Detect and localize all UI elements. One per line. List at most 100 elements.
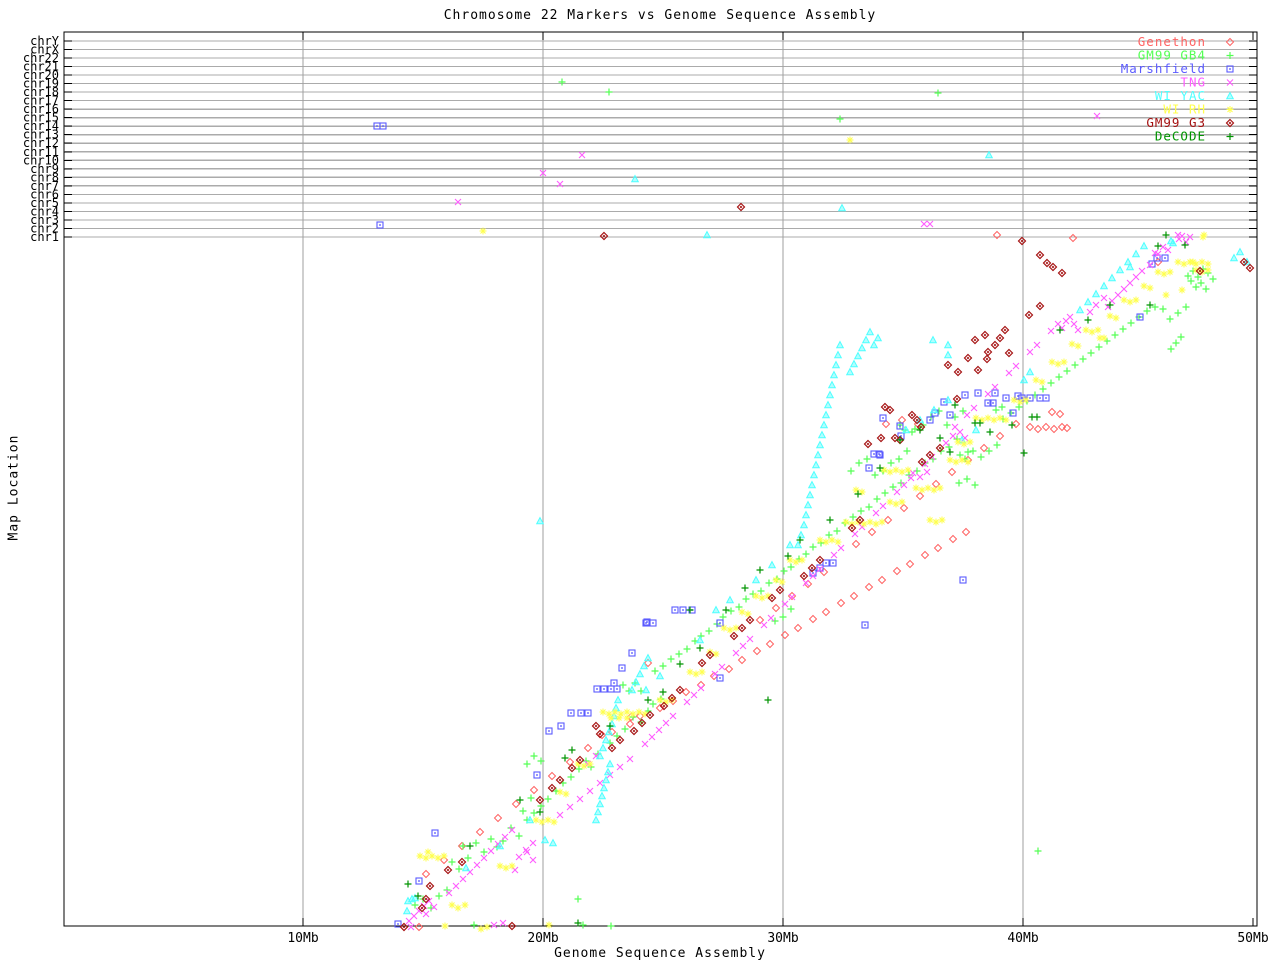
data-point-wiyac — [810, 471, 818, 479]
data-point-wiyac — [826, 391, 834, 399]
data-point-gb4 — [604, 87, 614, 97]
data-point-wiyac — [549, 839, 557, 847]
data-point-decode — [945, 447, 955, 457]
data-point-wirh — [440, 852, 448, 860]
data-point-wiyac — [850, 360, 858, 368]
data-point-wiyac — [594, 808, 602, 816]
data-point-marshfield — [533, 771, 541, 779]
data-point-gb4 — [1118, 324, 1128, 334]
data-point-wirh — [904, 466, 912, 474]
data-point-marshfield — [861, 621, 869, 629]
data-point-gb4 — [954, 478, 964, 488]
data-point-wirh — [1074, 342, 1082, 350]
data-point-wirh — [1010, 396, 1018, 404]
x-tick-label: 30Mb — [767, 931, 798, 946]
data-point-tng — [1070, 320, 1078, 328]
data-point-g3 — [799, 571, 809, 581]
data-point-gb4 — [854, 458, 864, 468]
data-point-tng — [454, 198, 462, 206]
data-point-gb4 — [862, 454, 872, 464]
data-point-genethon — [962, 528, 970, 536]
data-point-wirh — [599, 708, 607, 716]
data-point-gb4 — [808, 542, 818, 552]
data-point-gb4 — [1158, 304, 1168, 314]
data-point-wiyac — [1020, 376, 1028, 384]
data-point-gb4 — [1181, 302, 1191, 312]
data-point-g3 — [535, 795, 545, 805]
data-point-wirh — [726, 626, 734, 634]
data-point-gb4 — [848, 512, 858, 522]
data-point-g3 — [863, 439, 873, 449]
data-point-gb4 — [894, 454, 904, 464]
data-point-wiyac — [929, 336, 937, 344]
data-point-wirh — [930, 486, 938, 494]
data-point-wirh — [720, 624, 728, 632]
data-point-marshfield — [567, 709, 575, 717]
data-point-gb4 — [1201, 284, 1211, 294]
data-point-decode — [1032, 412, 1042, 422]
data-point-wiyac — [1092, 290, 1100, 298]
data-point-wirh — [1068, 340, 1076, 348]
data-point-wiyac — [636, 670, 644, 678]
data-point-tng — [1005, 369, 1013, 377]
data-point-genethon — [837, 599, 845, 607]
data-point-tng — [1026, 348, 1034, 356]
data-point-genethon — [626, 720, 634, 728]
data-point-wirh — [454, 904, 462, 912]
data-point-wirh — [623, 708, 631, 716]
data-point-genethon — [530, 786, 538, 794]
data-point-wirh — [686, 668, 694, 676]
data-point-gb4 — [786, 562, 796, 572]
data-point-marshfield — [577, 709, 585, 717]
data-point-wirh — [1204, 266, 1212, 274]
data-point-wirh — [461, 901, 469, 909]
data-point-wirh — [1180, 260, 1188, 268]
data-point-g3 — [1000, 325, 1010, 335]
data-point-tng — [1126, 279, 1134, 287]
data-point-tng — [991, 383, 999, 391]
data-point-gb4 — [557, 77, 567, 87]
data-point-wirh — [878, 518, 886, 526]
data-point-decode — [403, 879, 413, 889]
data-point-g3 — [697, 658, 707, 668]
data-point-tng — [556, 811, 564, 819]
data-point-wirh — [828, 536, 836, 544]
data-point-wirh — [966, 438, 974, 446]
data-point-tng — [739, 642, 747, 650]
data-point-tng — [422, 910, 430, 918]
data-point-marshfield — [618, 664, 626, 672]
data-point-wirh — [872, 520, 880, 528]
data-point-marshfield — [991, 389, 999, 397]
data-point-decode — [1083, 315, 1093, 325]
data-point-genethon — [1026, 423, 1034, 431]
data-point-g3 — [990, 340, 1000, 350]
data-point-tng — [487, 847, 495, 855]
data-point-tng — [830, 551, 838, 559]
data-point-tng — [511, 866, 519, 874]
data-point-g3 — [970, 335, 980, 345]
data-point-gb4 — [976, 452, 986, 462]
data-point-wiyac — [1100, 282, 1108, 290]
data-point-gb4 — [770, 616, 780, 626]
data-point-tng — [916, 473, 924, 481]
data-point-tng — [872, 509, 880, 517]
data-point-genethon — [809, 615, 817, 623]
data-point-gb4 — [880, 488, 890, 498]
data-point-wirh — [441, 922, 449, 930]
data-point-gb4 — [764, 578, 774, 588]
data-point-wirh — [1204, 260, 1212, 268]
data-point-gb4 — [674, 649, 684, 659]
data-point-wiyac — [602, 776, 610, 784]
data-point-gb4 — [824, 530, 834, 540]
data-point-genethon — [738, 656, 746, 664]
data-point-wirh — [434, 854, 442, 862]
data-point-g3 — [599, 231, 609, 241]
data-point-wirh — [898, 468, 906, 476]
data-point-tng — [1047, 327, 1055, 335]
data-point-wirh — [1140, 282, 1148, 290]
data-point-wirh — [607, 714, 615, 722]
data-point-wirh — [1106, 312, 1114, 320]
data-point-gb4 — [1054, 372, 1064, 382]
data-point-genethon — [756, 616, 764, 624]
data-point-wirh — [635, 708, 643, 716]
